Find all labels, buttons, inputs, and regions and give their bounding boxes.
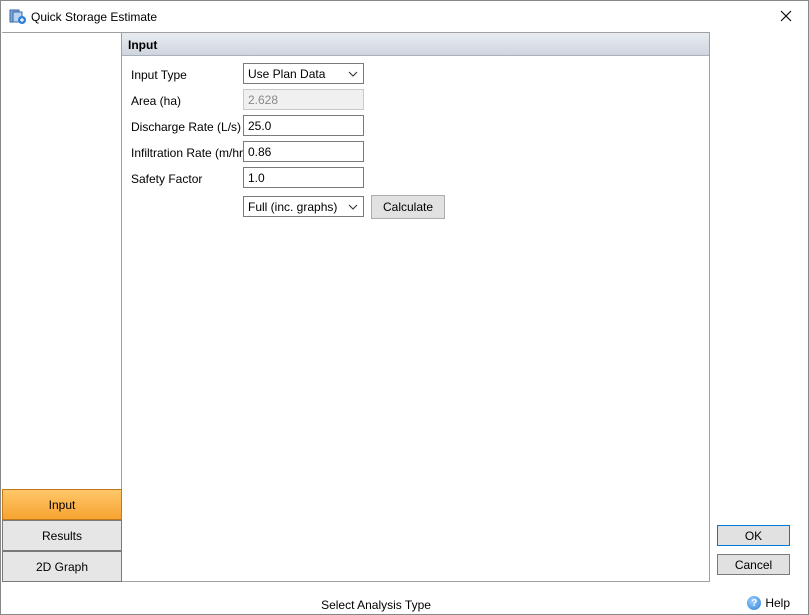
status-text: Select Analysis Type <box>321 598 431 612</box>
area-field: 2.628 <box>243 89 364 110</box>
close-button[interactable] <box>764 1 808 31</box>
navigation-panel: Input Results 2D Graph <box>2 32 122 582</box>
input-type-value: Use Plan Data <box>248 67 326 81</box>
storage-app-icon <box>9 9 26 24</box>
ok-button[interactable]: OK <box>717 525 790 546</box>
infiltration-rate-field[interactable]: 0.86 <box>243 141 364 162</box>
input-type-label: Input Type <box>131 68 187 82</box>
chevron-down-icon <box>348 204 358 210</box>
calculate-button[interactable]: Calculate <box>371 195 445 219</box>
help-label: Help <box>765 596 790 610</box>
chevron-down-icon <box>348 71 358 77</box>
analysis-type-select[interactable]: Full (inc. graphs) <box>243 196 364 217</box>
safety-factor-label: Safety Factor <box>131 172 203 186</box>
analysis-type-value: Full (inc. graphs) <box>248 200 338 214</box>
nav-item-input[interactable]: Input <box>2 489 122 520</box>
cancel-button[interactable]: Cancel <box>717 554 790 575</box>
close-icon <box>780 10 792 22</box>
status-bar: Select Analysis Type ? Help <box>1 593 808 614</box>
help-icon: ? <box>747 596 762 610</box>
dialog-window: Quick Storage Estimate Input Results 2D … <box>0 0 809 615</box>
discharge-rate-field[interactable]: 25.0 <box>243 115 364 136</box>
infiltration-rate-label: Infiltration Rate (m/hr) <box>131 146 248 160</box>
nav-item-results[interactable]: Results <box>2 520 122 551</box>
input-panel: Input Input Type Use Plan Data Area (ha)… <box>122 32 710 582</box>
safety-factor-field[interactable]: 1.0 <box>243 167 364 188</box>
nav-item-2d-graph[interactable]: 2D Graph <box>2 551 122 582</box>
section-header: Input <box>122 33 709 56</box>
title-bar: Quick Storage Estimate <box>1 1 808 32</box>
discharge-rate-label: Discharge Rate (L/s) <box>131 120 242 134</box>
window-title: Quick Storage Estimate <box>31 10 158 24</box>
help-button[interactable]: ? Help <box>747 596 790 610</box>
input-type-select[interactable]: Use Plan Data <box>243 63 364 84</box>
area-label: Area (ha) <box>131 94 182 108</box>
